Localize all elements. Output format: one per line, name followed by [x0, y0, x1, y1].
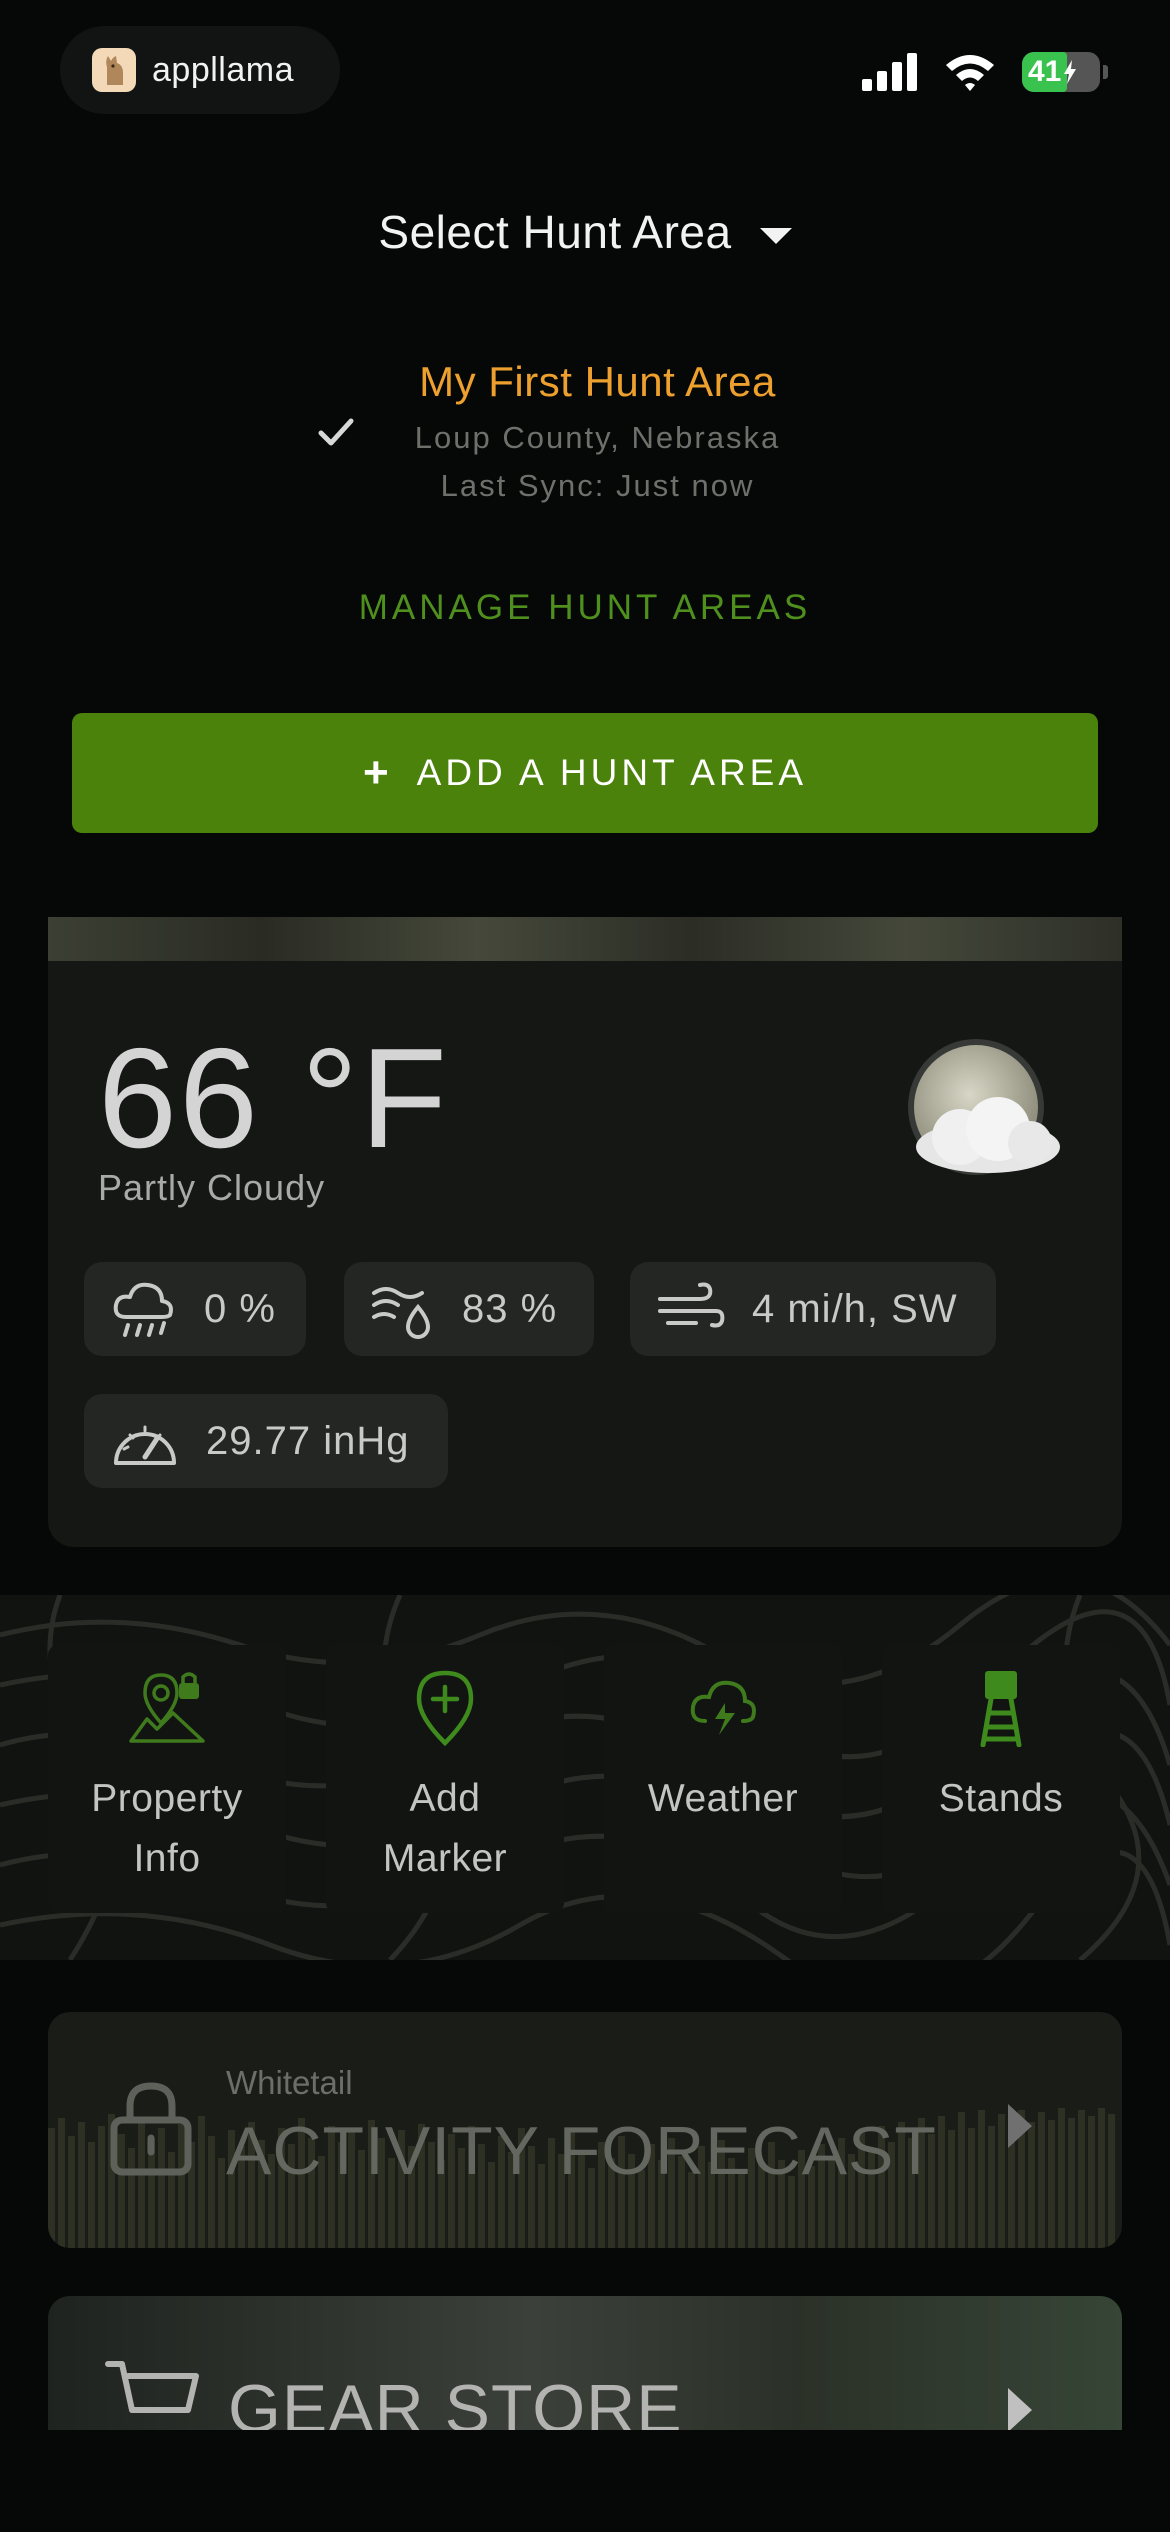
- weather-tile[interactable]: Weather: [604, 1645, 842, 1913]
- property-info-tile[interactable]: Property Info: [48, 1645, 286, 1913]
- storm-cloud-icon: [690, 1680, 756, 1735]
- gear-store-title: GEAR STORE: [228, 2371, 683, 2430]
- chevron-right-icon: [1008, 2104, 1032, 2148]
- property-info-label: Property Info: [91, 1777, 243, 1880]
- llama-logo-icon: [92, 48, 136, 92]
- chevron-right-icon: [1008, 2388, 1032, 2430]
- pressure-chip: 29.77 inHg: [84, 1394, 448, 1488]
- rain-cloud-icon: [113, 1282, 173, 1337]
- select-hunt-area-dropdown[interactable]: Select Hunt Area: [0, 205, 1170, 259]
- status-icons: 41: [862, 52, 1108, 92]
- plus-icon: +: [362, 748, 393, 797]
- add-marker-tile[interactable]: Add Marker: [326, 1645, 564, 1913]
- temperature: 66 °F: [98, 1019, 449, 1178]
- weather-card[interactable]: 66 °F Partly Cloudy 0 % 83 % 4 mi/h, SW …: [48, 917, 1122, 1547]
- humidity-icon: [372, 1287, 431, 1339]
- property-lock-icon: [129, 1672, 205, 1743]
- precipitation-chip: 0 %: [84, 1262, 306, 1356]
- wifi-icon: [946, 55, 994, 91]
- hunt-area-location: Loup County, Nebraska: [414, 420, 781, 455]
- add-hunt-area-label: ADD A HUNT AREA: [416, 752, 808, 793]
- bottom-safe-area: [0, 2430, 1170, 2532]
- manage-hunt-areas-link[interactable]: MANAGE HUNT AREAS: [0, 588, 1170, 628]
- lock-icon: [110, 2082, 192, 2176]
- tree-stand-icon: [980, 1671, 1022, 1747]
- wind-chip: 4 mi/h, SW: [630, 1262, 996, 1356]
- precipitation-value: 0 %: [204, 1286, 276, 1331]
- battery-indicator: 41: [1022, 52, 1108, 92]
- humidity-value: 83 %: [462, 1286, 558, 1331]
- battery-level: 41: [1028, 55, 1062, 88]
- gear-store-card[interactable]: GEAR STORE: [48, 2296, 1122, 2430]
- weather-condition: Partly Cloudy: [98, 1167, 326, 1208]
- hunt-area-name[interactable]: My First Hunt Area: [0, 358, 1170, 406]
- partly-cloudy-night-icon: [908, 1039, 1060, 1175]
- brand-name: appllama: [152, 50, 294, 89]
- add-hunt-area-button[interactable]: + ADD A HUNT AREA: [72, 713, 1098, 833]
- shopping-cart-icon: [105, 2361, 199, 2413]
- add-marker-label: Add Marker: [382, 1777, 508, 1880]
- charging-bolt-icon: [1064, 60, 1077, 84]
- pressure-gauge-icon: [114, 1425, 176, 1465]
- stands-label: Stands: [938, 1777, 1064, 1820]
- wind-value: 4 mi/h, SW: [752, 1286, 958, 1331]
- app-badge-pill: appllama: [60, 26, 340, 114]
- weather-card-banner: [48, 917, 1122, 961]
- activity-forecast-title: ACTIVITY FORECAST: [226, 2113, 937, 2189]
- activity-species: Whitetail: [226, 2064, 353, 2101]
- humidity-chip: 83 %: [344, 1262, 594, 1356]
- select-hunt-area-label: Select Hunt Area: [378, 206, 732, 258]
- hunt-area-sync-status: Last Sync: Just now: [440, 468, 755, 503]
- weather-label: Weather: [647, 1777, 799, 1820]
- pressure-value: 29.77 inHg: [206, 1418, 410, 1463]
- signal-icon: [862, 53, 917, 91]
- caret-down-icon: [759, 227, 792, 244]
- activity-forecast-card[interactable]: Whitetail ACTIVITY FORECAST: [48, 2012, 1122, 2248]
- wind-icon: [658, 1282, 725, 1328]
- add-marker-icon: [416, 1670, 474, 1747]
- stands-tile[interactable]: Stands: [882, 1645, 1120, 1913]
